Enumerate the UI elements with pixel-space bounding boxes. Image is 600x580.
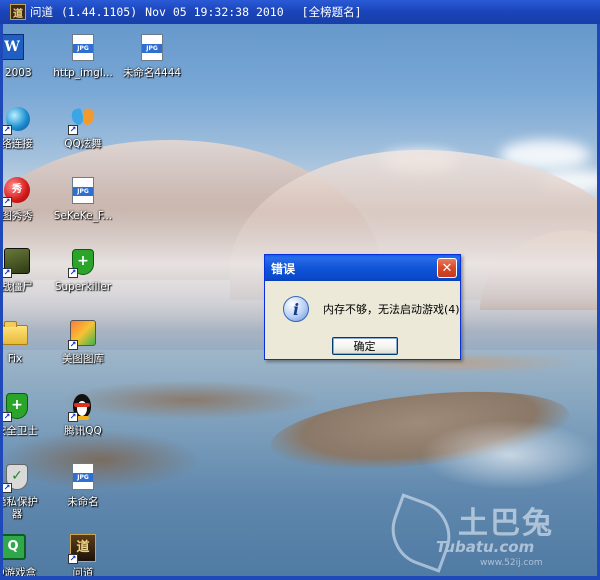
desktop-icon-fix-folder[interactable]: Fix <box>0 320 50 365</box>
wing-logo-icon <box>381 493 461 573</box>
shortcut-arrow-icon: ↗ <box>2 268 12 278</box>
desktop-icon-zombie-game[interactable]: ↗ 战僵尸 <box>0 248 52 293</box>
q9-game-box-icon: Q <box>0 534 26 560</box>
folder-icon <box>2 321 28 345</box>
desktop-icon-label: 图秀秀 <box>1 210 33 222</box>
window-app-name: 问道 <box>30 5 53 19</box>
watermark-brand-cn: 土巴兔 <box>458 506 554 541</box>
desktop-icon-tencent-qq[interactable]: ↗ 腾讯QQ <box>48 392 118 437</box>
info-icon: i <box>283 296 309 322</box>
desktop-icon-label: 未命名 <box>67 496 99 508</box>
desktop-icon-sekeke-image[interactable]: JPG SeKeKe_F... <box>48 177 118 222</box>
error-dialog-titlebar[interactable]: 错误 ✕ <box>265 255 460 281</box>
desktop-icon-meitu-gallery[interactable]: ↗ 美图图库 <box>48 320 118 365</box>
desktop-icon-label: 未命名4444 <box>122 67 182 79</box>
desktop-icon-label: http_imgl... <box>53 67 113 79</box>
shortcut-arrow-icon: ↗ <box>68 268 78 278</box>
desktop-icon-label: 安全卫士 <box>0 425 38 437</box>
desktop-icon-unnamed-image[interactable]: JPG 未命名 <box>48 463 118 508</box>
shortcut-arrow-icon: ↗ <box>2 197 12 207</box>
window-version: (1.44.1105) <box>61 5 138 19</box>
word-document-icon: W <box>0 34 24 60</box>
desktop-icon-label: 腾讯QQ <box>64 425 102 437</box>
jpg-file-icon: JPG <box>72 463 94 490</box>
desktop-icon-label: SeKeKe_F... <box>53 210 113 222</box>
desktop-icon-label: 隐私保护 器 <box>0 496 38 520</box>
desktop-icon-security-guard[interactable]: + ↗ 安全卫士 <box>0 392 52 437</box>
window-datetime: Nov 05 19:32:38 2010 <box>145 5 284 19</box>
shortcut-arrow-icon: ↗ <box>68 554 78 564</box>
desktop-icon-label: 战僵尸 <box>1 281 33 293</box>
window-rank-title: [全榜题名] <box>301 5 362 19</box>
desktop-icon-wendao[interactable]: 道 ↗ 问道 <box>48 534 118 579</box>
wallpaper-water-shine <box>420 420 600 490</box>
desktop-icon-meitu-xiuxiu[interactable]: 秀 ↗ 图秀秀 <box>0 177 52 222</box>
desktop-icon-http-image[interactable]: JPG http_imgl... <box>48 34 118 79</box>
jpg-file-icon: JPG <box>72 34 94 61</box>
desktop-icon-network[interactable]: ↗ 络连接 <box>0 105 52 150</box>
desktop-icon-label: Superkiller <box>54 281 112 293</box>
watermark-brand-en: Tubatu.com <box>436 538 535 556</box>
desktop-icon-privacy-protector[interactable]: ✓ ↗ 隐私保护 器 <box>0 463 52 520</box>
desktop-icon-label: QQ炫舞 <box>64 138 102 150</box>
desktop-icon-qq-dance[interactable]: ↗ QQ炫舞 <box>48 105 118 150</box>
game-window-border-bottom <box>0 576 600 580</box>
wendao-app-icon: 道 <box>10 4 26 20</box>
close-button[interactable]: ✕ <box>437 258 457 278</box>
error-dialog-title: 错误 <box>271 261 296 276</box>
game-window-titlebar[interactable]: 道 问道 (1.44.1105) Nov 05 19:32:38 2010 [全… <box>0 0 600 24</box>
jpg-file-icon: JPG <box>72 177 94 204</box>
error-message: 内存不够，无法启动游戏(4) <box>323 303 460 316</box>
ok-button[interactable]: 确定 <box>331 337 398 355</box>
desktop-icon-label: 美图图库 <box>62 353 104 365</box>
watermark-url: www.52ij.com <box>480 558 543 568</box>
shortcut-arrow-icon: ↗ <box>2 412 12 422</box>
desktop-icon-label: rl 2003 <box>0 67 32 79</box>
error-dialog-body: i 内存不够，无法启动游戏(4) <box>265 281 460 325</box>
desktop-icon-word[interactable]: W rl 2003 <box>0 34 48 79</box>
error-dialog: 错误 ✕ i 内存不够，无法启动游戏(4) 确定 <box>264 254 461 360</box>
desktop-icon-label: Fix <box>7 353 23 365</box>
shortcut-arrow-icon: ↗ <box>68 412 78 422</box>
game-window-border-left <box>0 0 3 580</box>
shortcut-arrow-icon: ↗ <box>68 125 78 135</box>
tubatu-watermark: 土巴兔 Tubatu.com www.52ij.com <box>381 493 594 576</box>
desktop-icon-q9-game-box[interactable]: Q Q9游戏盒 <box>0 534 48 579</box>
shortcut-arrow-icon: ↗ <box>68 340 78 350</box>
desktop-icon-unnamed-4444[interactable]: JPG 未命名4444 <box>117 34 187 79</box>
close-icon: ✕ <box>441 260 453 276</box>
error-dialog-buttons: 确定 <box>265 337 460 355</box>
jpg-file-icon: JPG <box>141 34 163 61</box>
desktop-icon-label: 络连接 <box>1 138 33 150</box>
desktop-icon-superkiller[interactable]: + ↗ Superkiller <box>48 248 118 293</box>
shortcut-arrow-icon: ↗ <box>2 125 12 135</box>
shortcut-arrow-icon: ↗ <box>2 483 12 493</box>
